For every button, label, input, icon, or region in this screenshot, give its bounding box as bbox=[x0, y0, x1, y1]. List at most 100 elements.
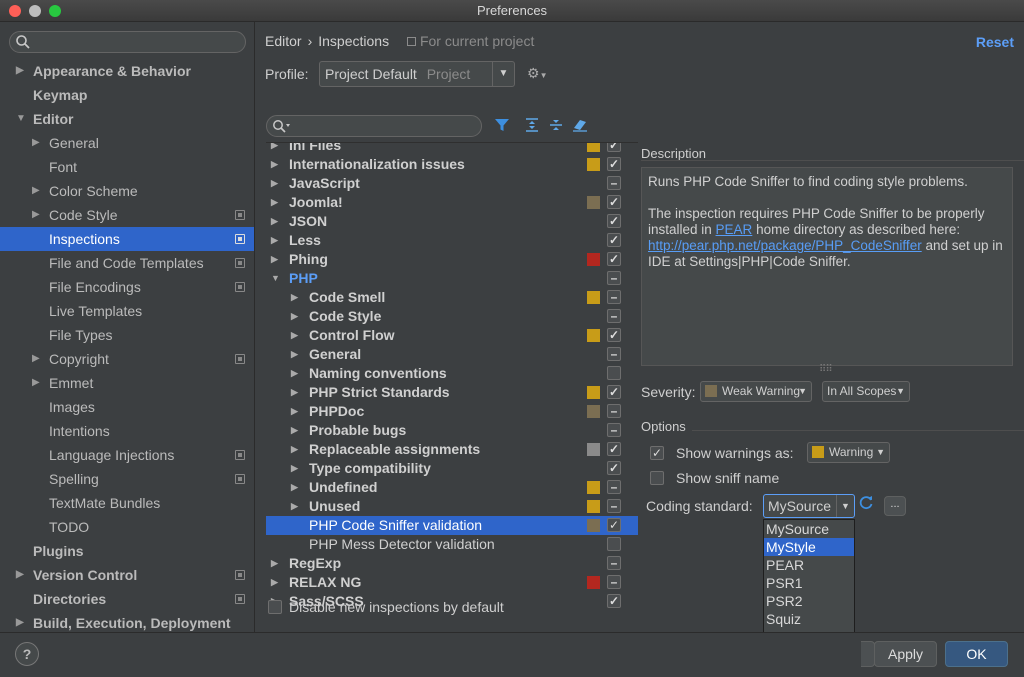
inspection-enabled-checkbox[interactable] bbox=[607, 537, 621, 551]
sidebar-item[interactable]: File Encodings bbox=[0, 275, 254, 299]
inspection-row[interactable]: ▶ Code Style – bbox=[266, 307, 638, 326]
eraser-icon[interactable] bbox=[572, 117, 588, 136]
ok-button[interactable]: OK bbox=[945, 641, 1008, 667]
minimize-window-button[interactable] bbox=[29, 5, 41, 17]
inspection-enabled-checkbox[interactable]: ✓ bbox=[607, 233, 621, 247]
inspection-row[interactable]: ▶ Internationalization issues ✓ bbox=[266, 155, 638, 174]
sidebar-item[interactable]: Images bbox=[0, 395, 254, 419]
inspection-enabled-checkbox[interactable]: ✓ bbox=[607, 518, 621, 532]
inspection-enabled-checkbox[interactable]: – bbox=[607, 309, 621, 323]
collapsed-arrow-icon[interactable]: ▶ bbox=[271, 143, 278, 155]
sidebar-item[interactable]: ▶ Build, Execution, Deployment bbox=[0, 611, 254, 632]
inspection-enabled-checkbox[interactable]: – bbox=[607, 480, 621, 494]
inspection-enabled-checkbox[interactable]: – bbox=[607, 556, 621, 570]
inspection-row[interactable]: ▶ Control Flow ✓ bbox=[266, 326, 638, 345]
inspection-enabled-checkbox[interactable]: ✓ bbox=[607, 252, 621, 266]
coding-standard-option[interactable]: MyStyle bbox=[764, 538, 854, 556]
inspection-row[interactable]: ▶ RegExp – bbox=[266, 554, 638, 573]
disable-new-inspections-checkbox[interactable] bbox=[268, 600, 282, 614]
sidebar-item[interactable]: ▼ Editor bbox=[0, 107, 254, 131]
collapsed-arrow-icon[interactable]: ▶ bbox=[271, 250, 278, 269]
collapsed-arrow-icon[interactable]: ▶ bbox=[291, 478, 298, 497]
sidebar-item[interactable]: Keymap bbox=[0, 83, 254, 107]
inspection-enabled-checkbox[interactable] bbox=[607, 366, 621, 380]
sidebar-item[interactable]: ▶ Color Scheme bbox=[0, 179, 254, 203]
inspection-row[interactable]: ▶ Ini Files ✓ bbox=[266, 143, 638, 155]
inspection-row[interactable]: ▶ JSON ✓ bbox=[266, 212, 638, 231]
inspection-enabled-checkbox[interactable]: ✓ bbox=[607, 195, 621, 209]
collapsed-arrow-icon[interactable]: ▶ bbox=[32, 179, 40, 203]
resize-grip-icon[interactable]: ⠿⠿ bbox=[819, 364, 833, 375]
inspection-row[interactable]: ▶ PHPDoc – bbox=[266, 402, 638, 421]
expand-all-icon[interactable] bbox=[524, 117, 540, 136]
inspection-enabled-checkbox[interactable]: – bbox=[607, 347, 621, 361]
inspection-enabled-checkbox[interactable]: ✓ bbox=[607, 385, 621, 399]
inspection-enabled-checkbox[interactable]: ✓ bbox=[607, 214, 621, 228]
show-warnings-checkbox[interactable]: ✓ bbox=[650, 446, 664, 460]
collapsed-arrow-icon[interactable]: ▶ bbox=[271, 554, 278, 573]
more-options-button[interactable]: ... bbox=[884, 496, 906, 516]
inspection-row[interactable]: ▼ PHP – bbox=[266, 269, 638, 288]
inspection-row[interactable]: ▶ PHP Strict Standards ✓ bbox=[266, 383, 638, 402]
zoom-window-button[interactable] bbox=[49, 5, 61, 17]
collapsed-arrow-icon[interactable]: ▶ bbox=[271, 231, 278, 250]
sidebar-item[interactable]: Plugins bbox=[0, 539, 254, 563]
collapsed-arrow-icon[interactable]: ▶ bbox=[291, 497, 298, 516]
collapsed-arrow-icon[interactable]: ▶ bbox=[291, 326, 298, 345]
inspection-row[interactable]: ▶ Replaceable assignments ✓ bbox=[266, 440, 638, 459]
sidebar-item[interactable]: Intentions bbox=[0, 419, 254, 443]
sidebar-item[interactable]: Directories bbox=[0, 587, 254, 611]
inspection-row[interactable]: ▶ Probable bugs – bbox=[266, 421, 638, 440]
collapsed-arrow-icon[interactable]: ▶ bbox=[271, 155, 278, 174]
collapsed-arrow-icon[interactable]: ▶ bbox=[16, 59, 24, 83]
collapsed-arrow-icon[interactable]: ▶ bbox=[291, 402, 298, 421]
sidebar-item[interactable]: Font bbox=[0, 155, 254, 179]
settings-search-input[interactable] bbox=[9, 31, 246, 53]
collapse-all-icon[interactable] bbox=[548, 117, 564, 136]
collapsed-arrow-icon[interactable]: ▶ bbox=[291, 345, 298, 364]
collapsed-arrow-icon[interactable]: ▶ bbox=[271, 212, 278, 231]
collapsed-arrow-icon[interactable]: ▶ bbox=[291, 364, 298, 383]
inspection-enabled-checkbox[interactable]: ✓ bbox=[607, 328, 621, 342]
inspection-row[interactable]: ▶ Undefined – bbox=[266, 478, 638, 497]
collapsed-arrow-icon[interactable]: ▶ bbox=[291, 383, 298, 402]
pear-link[interactable]: PEAR bbox=[716, 222, 753, 237]
inspection-row[interactable]: ▶ Phing ✓ bbox=[266, 250, 638, 269]
collapsed-arrow-icon[interactable]: ▶ bbox=[16, 611, 24, 632]
sidebar-item[interactable]: ▶ Code Style bbox=[0, 203, 254, 227]
inspection-row[interactable]: ▶ Unused – bbox=[266, 497, 638, 516]
sidebar-item[interactable]: TODO bbox=[0, 515, 254, 539]
inspection-enabled-checkbox[interactable]: – bbox=[607, 499, 621, 513]
sidebar-item[interactable]: File and Code Templates bbox=[0, 251, 254, 275]
inspection-enabled-checkbox[interactable]: ✓ bbox=[607, 442, 621, 456]
inspection-enabled-checkbox[interactable]: ✓ bbox=[607, 461, 621, 475]
show-sniff-name-checkbox[interactable] bbox=[650, 471, 664, 485]
apply-button[interactable]: Apply bbox=[874, 641, 937, 667]
collapsed-arrow-icon[interactable]: ▶ bbox=[291, 440, 298, 459]
inspection-enabled-checkbox[interactable]: – bbox=[607, 423, 621, 437]
inspection-row[interactable]: ▶ Code Smell – bbox=[266, 288, 638, 307]
profile-select[interactable]: Project Default Project ▼ bbox=[319, 61, 515, 87]
inspection-enabled-checkbox[interactable]: – bbox=[607, 176, 621, 190]
coding-standard-option[interactable]: PEAR bbox=[764, 556, 854, 574]
inspection-row[interactable]: ▶ RELAX NG – bbox=[266, 573, 638, 592]
inspection-enabled-checkbox[interactable]: – bbox=[607, 271, 621, 285]
sidebar-item[interactable]: Live Templates bbox=[0, 299, 254, 323]
coding-standard-select[interactable]: MySource ▼ bbox=[763, 494, 855, 518]
collapsed-arrow-icon[interactable]: ▶ bbox=[291, 421, 298, 440]
sidebar-item[interactable]: ▶ Appearance & Behavior bbox=[0, 59, 254, 83]
collapsed-arrow-icon[interactable]: ▶ bbox=[291, 288, 298, 307]
filter-icon[interactable] bbox=[494, 117, 510, 136]
reset-link[interactable]: Reset bbox=[976, 34, 1014, 50]
sidebar-item[interactable]: ▶ Copyright bbox=[0, 347, 254, 371]
collapsed-arrow-icon[interactable]: ▶ bbox=[32, 131, 40, 155]
inspection-row[interactable]: ▶ Less ✓ bbox=[266, 231, 638, 250]
inspection-enabled-checkbox[interactable]: – bbox=[607, 575, 621, 589]
sidebar-item[interactable]: Inspections bbox=[0, 227, 254, 251]
sidebar-item[interactable]: TextMate Bundles bbox=[0, 491, 254, 515]
collapsed-arrow-icon[interactable]: ▶ bbox=[271, 174, 278, 193]
codesniffer-link[interactable]: http://pear.php.net/package/PHP_CodeSnif… bbox=[648, 238, 922, 253]
collapsed-arrow-icon[interactable]: ▶ bbox=[16, 563, 24, 587]
collapsed-arrow-icon[interactable]: ▶ bbox=[271, 193, 278, 212]
sidebar-item[interactable]: File Types bbox=[0, 323, 254, 347]
